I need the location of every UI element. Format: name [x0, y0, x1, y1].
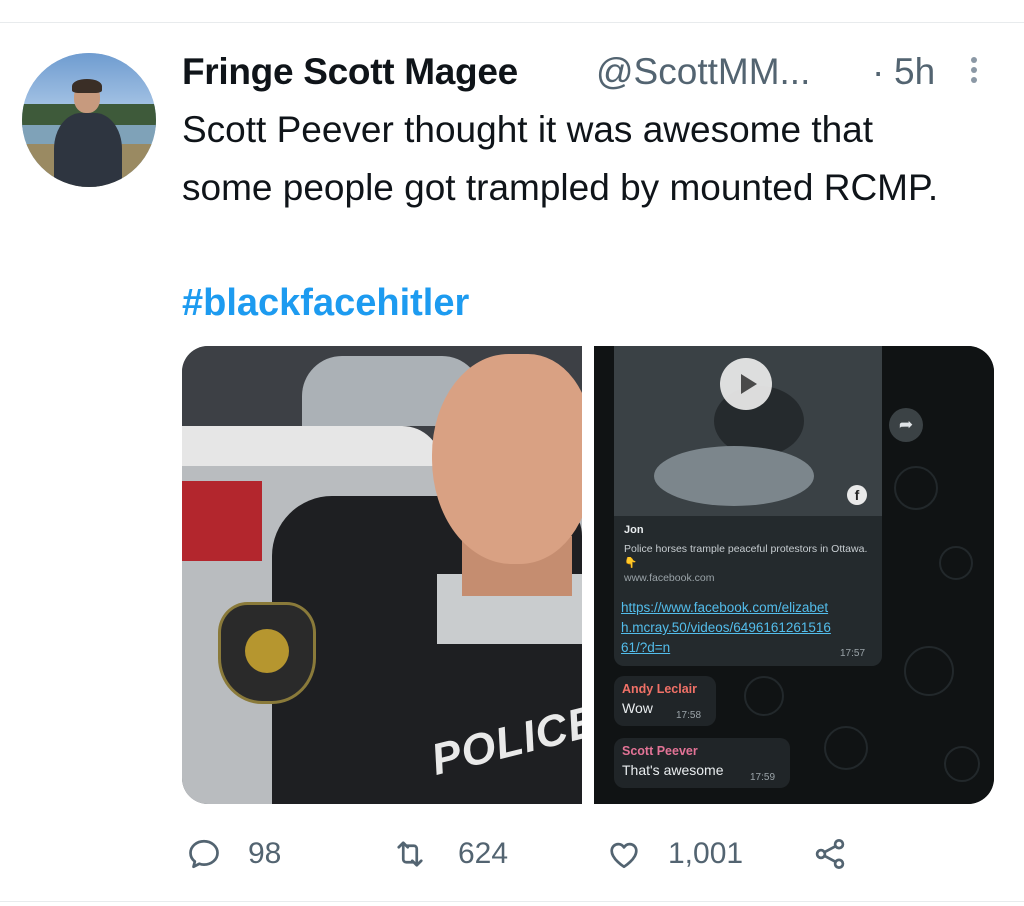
- retweet-button[interactable]: 624: [392, 828, 542, 878]
- media-grid: POLICE f ➦ Jon Police horses trample pea…: [182, 346, 994, 804]
- play-icon[interactable]: [720, 358, 772, 410]
- avatar[interactable]: [22, 53, 156, 187]
- more-options-icon[interactable]: [964, 54, 984, 94]
- tweet-actions: 98 624 1,001: [186, 828, 986, 878]
- like-button[interactable]: 1,001: [606, 828, 776, 878]
- preview-description: Police horses trample peaceful protestor…: [624, 543, 868, 569]
- bottom-divider: [0, 901, 1024, 902]
- link-preview[interactable]: Jon Police horses trample peaceful prote…: [614, 516, 882, 592]
- tweet-text: Scott Peever thought it was awesome that…: [182, 109, 939, 208]
- message-sender: Andy Leclair: [622, 682, 698, 696]
- chat-message: Scott Peever That's awesome 17:59: [614, 738, 790, 788]
- video-thumbnail[interactable]: f: [614, 346, 882, 516]
- share-button[interactable]: [812, 828, 856, 878]
- message-time: 17:59: [750, 772, 776, 783]
- chat-screenshot[interactable]: f ➦ Jon Police horses trample peaceful p…: [594, 346, 994, 804]
- top-divider: [0, 22, 1024, 23]
- display-name[interactable]: Fringe Scott Magee: [182, 48, 518, 96]
- forward-icon[interactable]: ➦: [889, 408, 923, 442]
- message-time: 17:57: [840, 648, 866, 659]
- facebook-icon: f: [847, 485, 867, 505]
- separator-dot: ·: [872, 51, 885, 92]
- reply-count: 98: [248, 837, 282, 870]
- reply-icon: [189, 839, 219, 869]
- message-url[interactable]: https://www.facebook.com/elizabeth.mcray…: [621, 598, 831, 658]
- reply-button[interactable]: 98: [186, 828, 306, 878]
- message-text: That's awesome: [622, 762, 724, 778]
- preview-domain: www.facebook.com: [624, 572, 715, 584]
- retweet-icon: [397, 841, 423, 867]
- retweet-count: 624: [458, 837, 509, 870]
- tweet-header: Fringe Scott Magee @ScottMM... · 5h: [182, 48, 982, 98]
- message-time: 17:58: [676, 710, 702, 721]
- timestamp[interactable]: 5h: [894, 48, 935, 96]
- preview-author: Jon: [624, 524, 644, 536]
- heart-icon: [610, 842, 638, 869]
- user-handle[interactable]: @ScottMM...: [596, 48, 810, 96]
- like-count: 1,001: [668, 837, 744, 870]
- hashtag-link[interactable]: #blackfacehitler: [182, 278, 469, 328]
- link-message: https://www.facebook.com/elizabeth.mcray…: [614, 592, 882, 666]
- message-sender: Scott Peever: [622, 744, 698, 758]
- share-icon: [815, 839, 845, 869]
- message-text: Wow: [622, 700, 653, 716]
- officer-photo[interactable]: POLICE: [182, 346, 582, 804]
- chat-message: Andy Leclair Wow 17:58: [614, 676, 716, 726]
- rcmp-shoulder-patch: [218, 602, 316, 704]
